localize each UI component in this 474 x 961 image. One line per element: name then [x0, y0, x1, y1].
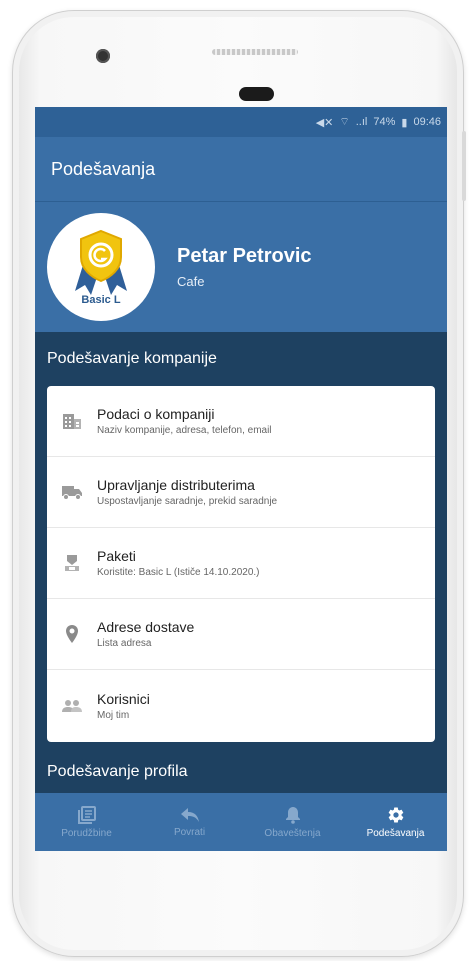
item-title: Upravljanje distributerima	[97, 477, 255, 493]
bottom-navigation: Porudžbine Povrati Obaveštenja Podešavan…	[35, 793, 447, 851]
page-title: Podešavanja	[51, 158, 156, 179]
item-subtitle: Lista adresa	[97, 638, 152, 649]
nav-settings[interactable]: Podešavanja	[344, 793, 447, 851]
side-button	[462, 131, 466, 201]
item-title: Podaci o kompaniji	[97, 406, 215, 422]
nav-returns[interactable]: Povrati	[138, 793, 241, 851]
package-icon	[65, 555, 79, 571]
nav-label: Podešavanja	[366, 827, 425, 839]
profile-header[interactable]: Basic L Petar Petrovic Cafe	[35, 202, 447, 332]
award-badge-icon	[75, 229, 127, 295]
signal-icon: ..ıl	[355, 116, 368, 128]
battery-level: 74%	[373, 116, 396, 128]
bell-icon	[285, 806, 300, 824]
location-pin-icon	[66, 625, 78, 643]
earpiece-speaker	[212, 49, 298, 55]
mute-icon: ◀✕	[315, 116, 334, 129]
profile-name: Petar Petrovic	[177, 245, 312, 267]
gear-icon	[388, 807, 403, 823]
badge-label: Basic L	[81, 294, 121, 306]
nav-label: Povrati	[173, 826, 206, 838]
settings-item-company-info[interactable]: Podaci o kompaniji Naziv kompanije, adre…	[47, 386, 435, 457]
nav-label: Obaveštenja	[264, 827, 321, 839]
clock: 09:46	[413, 116, 441, 128]
wifi-icon: ⌔	[339, 116, 350, 128]
nav-orders[interactable]: Porudžbine	[35, 793, 138, 851]
item-subtitle: Moj tim	[97, 710, 130, 721]
profile-type: Cafe	[177, 274, 205, 289]
item-subtitle: Koristite: Basic L (Ističe 14.10.2020.)	[97, 567, 260, 578]
nav-label: Porudžbine	[61, 827, 112, 839]
company-section-title: Podešavanje kompanije	[47, 350, 217, 367]
settings-item-packages[interactable]: Paketi Koristite: Basic L (Ističe 14.10.…	[47, 528, 435, 599]
item-subtitle: Uspostavljanje saradnje, prekid saradnje	[97, 496, 278, 507]
truck-icon	[62, 486, 82, 500]
settings-item-delivery-addresses[interactable]: Adrese dostave Lista adresa	[47, 599, 435, 670]
item-subtitle: Naziv kompanije, adresa, telefon, email	[97, 425, 272, 436]
battery-icon: ▮	[401, 116, 408, 129]
proximity-sensor	[239, 87, 274, 101]
settings-item-distributors[interactable]: Upravljanje distributerima Uspostavljanj…	[47, 457, 435, 528]
people-icon	[62, 700, 82, 712]
item-title: Korisnici	[97, 691, 150, 707]
app-screen: ◀✕ ⌔ ..ıl 74% ▮ 09:46 Podešavanja Basic …	[35, 107, 447, 851]
item-title: Paketi	[97, 548, 136, 564]
nav-notifications[interactable]: Obaveštenja	[241, 793, 344, 851]
building-icon	[63, 414, 81, 429]
avatar: Basic L	[47, 213, 155, 321]
settings-item-users[interactable]: Korisnici Moj tim	[47, 670, 435, 742]
orders-icon	[77, 805, 96, 824]
return-icon	[180, 807, 199, 822]
status-bar: ◀✕ ⌔ ..ıl 74% ▮ 09:46	[35, 107, 447, 137]
front-camera	[96, 49, 110, 63]
company-settings-card: Podaci o kompaniji Naziv kompanije, adre…	[47, 386, 435, 742]
app-bar: Podešavanja	[35, 137, 447, 202]
item-title: Adrese dostave	[97, 619, 195, 635]
